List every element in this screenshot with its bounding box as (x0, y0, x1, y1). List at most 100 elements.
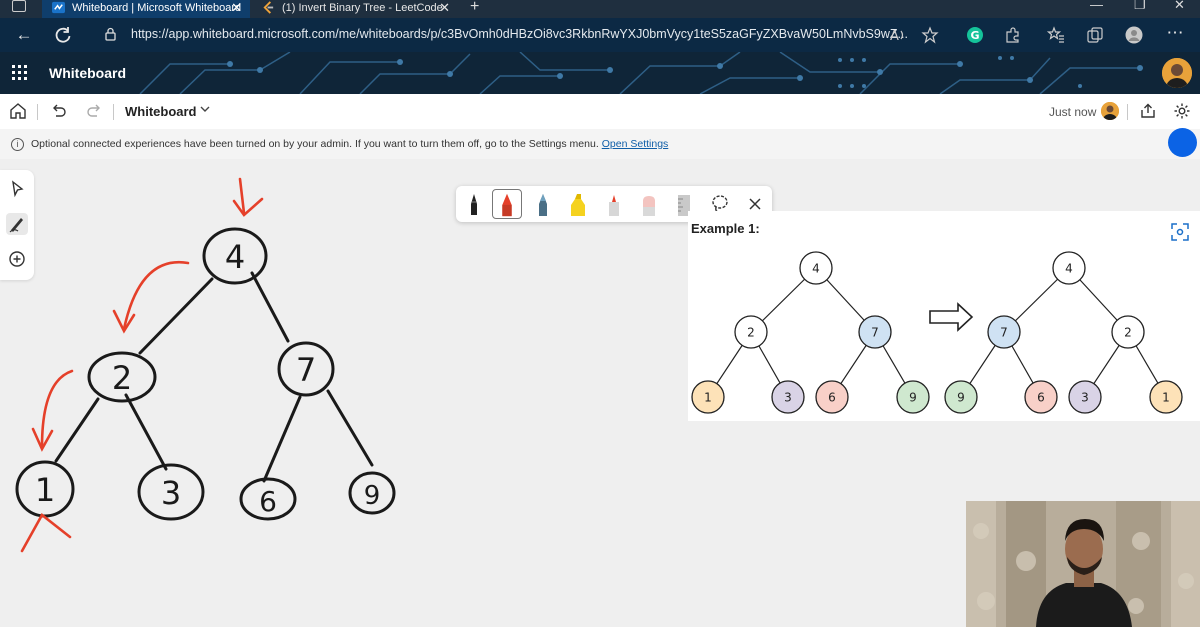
ink-edge (54, 397, 100, 463)
banner-text: Optional connected experiences have been… (31, 138, 599, 150)
info-banner: i Optional connected experiences have be… (0, 129, 1200, 159)
input-tree: 4 2 7 1 3 6 9 (691, 251, 930, 414)
handwritten-tree-drawing[interactable]: 4 2 7 1 3 6 9 (0, 159, 690, 627)
red-ink-arrow (20, 513, 72, 553)
address-bar[interactable]: https://app.whiteboard.microsoft.com/me/… (95, 22, 955, 48)
tree-node-label: 4 (1065, 262, 1073, 276)
user-photo-icon (1162, 58, 1192, 88)
red-ink-arrowhead (232, 197, 264, 217)
svg-text:A: A (890, 29, 899, 44)
tab-whiteboard[interactable]: Whiteboard | Microsoft Whiteboard ✕ (42, 0, 250, 18)
ink-node-label: 7 (296, 351, 316, 389)
ink-edge (326, 389, 374, 467)
banner-message: Optional connected experiences have been… (31, 138, 668, 150)
url-text: https://app.whiteboard.microsoft.com/me/… (131, 27, 908, 41)
ink-edge (250, 271, 290, 343)
tree-node-label: 9 (957, 391, 965, 405)
tree-node-label: 6 (1037, 391, 1045, 405)
close-window-icon[interactable]: ✕ (1174, 0, 1185, 13)
open-settings-link[interactable]: Open Settings (602, 138, 669, 150)
info-icon: i (11, 138, 24, 151)
presenter-video-image (966, 501, 1200, 627)
new-tab-button[interactable]: + (470, 0, 479, 16)
save-status: Just now (1049, 105, 1097, 119)
collaborator-avatar[interactable] (1101, 102, 1119, 120)
ink-node-label: 6 (259, 485, 277, 518)
select-pointer-icon[interactable] (6, 178, 28, 200)
focus-frame-icon[interactable] (1170, 222, 1190, 242)
chevron-down-icon[interactable] (199, 103, 211, 115)
webcam-video (966, 501, 1200, 627)
tree-node-label: 7 (871, 326, 879, 340)
eraser-icon[interactable] (634, 189, 664, 219)
favorites-icon[interactable] (1047, 26, 1065, 44)
add-content-icon[interactable] (6, 248, 28, 270)
more-options-icon[interactable]: ⋯ (1164, 22, 1186, 44)
ink-edge (124, 393, 168, 471)
favorite-star-icon[interactable] (921, 26, 939, 44)
user-avatar[interactable] (1162, 58, 1192, 88)
profile-icon[interactable] (1125, 26, 1143, 44)
circuit-banner-image (0, 52, 1200, 94)
back-arrow-icon[interactable]: ← (13, 24, 35, 46)
collections-icon[interactable] (1086, 26, 1104, 44)
tab-title: Whiteboard | Microsoft Whiteboard (72, 2, 242, 14)
grammarly-icon[interactable]: G (966, 26, 984, 44)
sidebar-toggle-icon[interactable] (12, 0, 26, 12)
tree-node-label: 2 (1124, 326, 1132, 340)
collaborator-photo-icon (1101, 102, 1119, 120)
pencil-icon[interactable] (599, 189, 629, 219)
red-ink-arrow (40, 369, 74, 449)
ink-node-label: 4 (225, 238, 245, 276)
read-aloud-icon[interactable]: A (889, 26, 907, 44)
screen: Whiteboard | Microsoft Whiteboard ✕ (1) … (0, 0, 1200, 627)
board-toolbar: Whiteboard Just now (0, 94, 1200, 129)
app-launcher-icon[interactable] (12, 65, 28, 81)
leetcode-favicon-icon (263, 1, 274, 14)
tab-leetcode[interactable]: (1) Invert Binary Tree - LeetCode ✕ (252, 0, 458, 18)
red-ink-arrow (122, 260, 190, 331)
teal-pen-icon[interactable] (528, 189, 558, 219)
tree-node-label: 4 (812, 262, 820, 276)
app-name[interactable]: Whiteboard (49, 65, 126, 81)
whiteboard-favicon-icon (52, 1, 65, 14)
app-header: Whiteboard (0, 52, 1200, 94)
tree-node-label: 1 (1162, 391, 1170, 405)
tree-node-label: 7 (1000, 326, 1008, 340)
extensions-puzzle-icon[interactable] (1004, 26, 1022, 44)
tab-title: (1) Invert Binary Tree - LeetCode (282, 2, 443, 14)
board-title[interactable]: Whiteboard (125, 104, 197, 119)
red-pen-icon[interactable] (492, 189, 522, 219)
browser-toolbar: ← https://app.whiteboard.microsoft.com/m… (0, 18, 1200, 52)
presence-indicator (1168, 128, 1197, 157)
yellow-highlighter-icon[interactable] (563, 189, 593, 219)
example-image[interactable]: Example 1: 4271369 4729631 (688, 211, 1200, 421)
close-tab-icon[interactable]: ✕ (231, 0, 242, 16)
undo-icon[interactable] (50, 102, 68, 120)
transform-arrow-icon (929, 302, 974, 332)
black-pen-icon[interactable] (459, 189, 489, 219)
example-trees-diagram: 4 2 7 1 3 6 9 4 7 2 9 6 3 1 (691, 251, 1183, 414)
svg-text:G: G (971, 29, 980, 42)
refresh-icon[interactable] (52, 24, 74, 46)
settings-gear-icon[interactable] (1173, 102, 1191, 120)
ink-edge (138, 277, 214, 355)
tree-node-label: 3 (784, 391, 792, 405)
minimize-icon[interactable]: — (1090, 0, 1103, 12)
close-tab-icon[interactable]: ✕ (439, 0, 450, 16)
tree-node-label: 1 (704, 391, 712, 405)
toolbar-divider (113, 104, 114, 120)
browser-tab-strip: Whiteboard | Microsoft Whiteboard ✕ (1) … (0, 0, 1200, 18)
red-ink-arrow (238, 177, 246, 215)
restore-icon[interactable]: ❐ (1134, 0, 1146, 13)
home-icon[interactable] (9, 102, 27, 120)
share-icon[interactable] (1139, 102, 1157, 120)
ink-pen-icon[interactable] (6, 213, 28, 235)
ink-edge (262, 395, 302, 483)
tree-node-label: 3 (1081, 391, 1089, 405)
tree-node-label: 6 (828, 391, 836, 405)
ink-node-label: 2 (112, 359, 132, 397)
tree-node-label: 9 (909, 391, 917, 405)
redo-icon[interactable] (85, 102, 103, 120)
toolbar-divider (1127, 104, 1128, 120)
